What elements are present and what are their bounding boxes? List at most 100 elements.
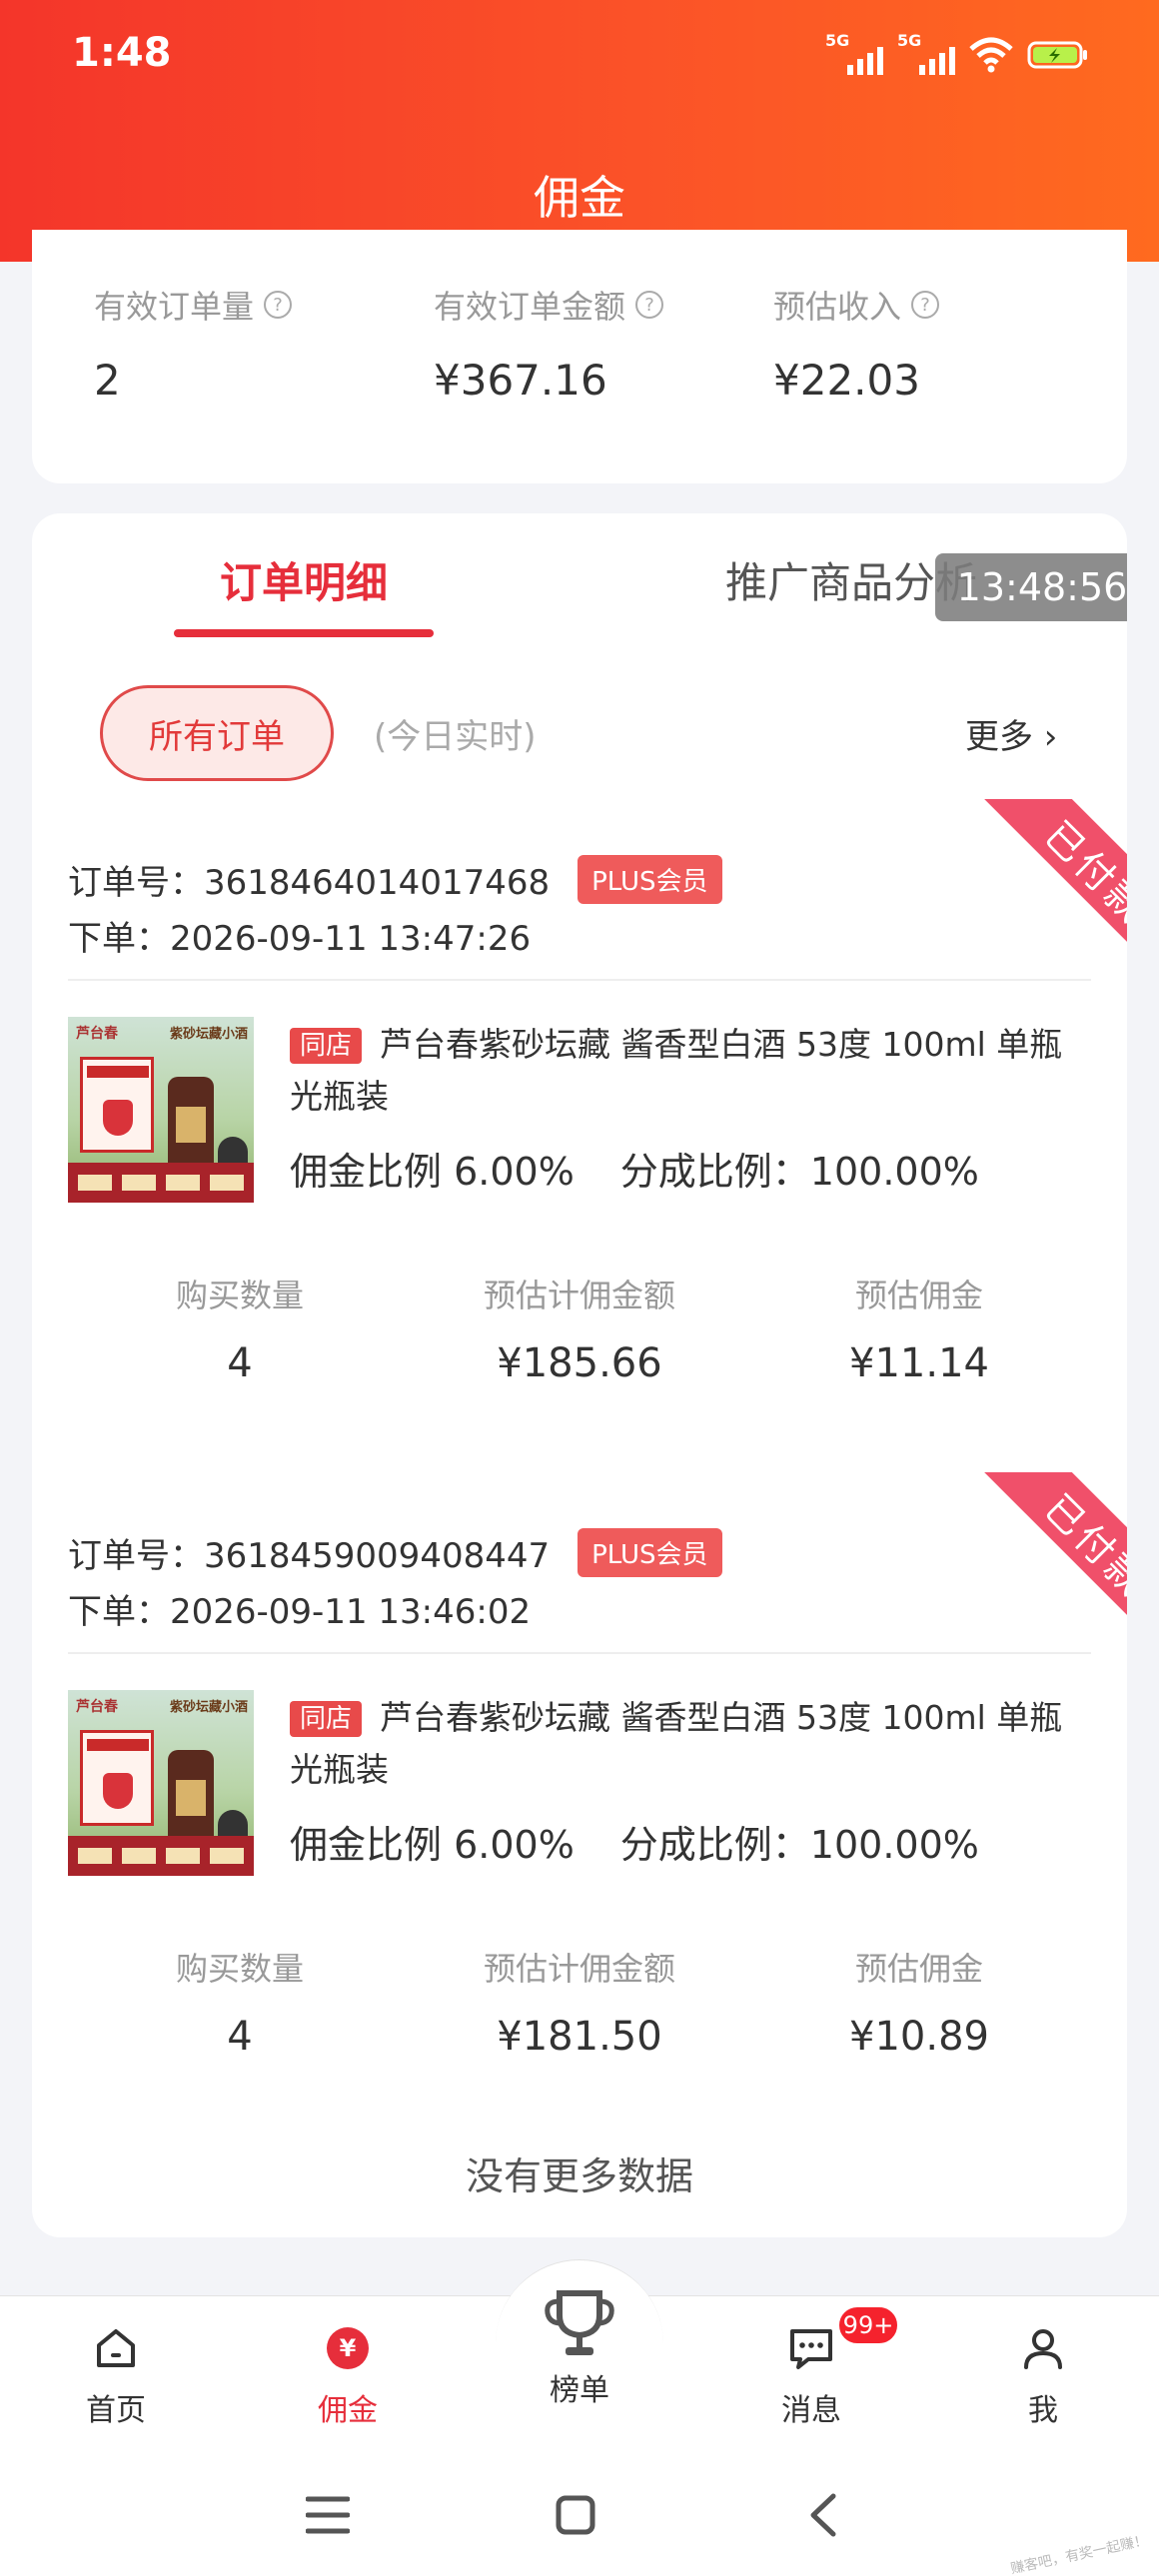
svg-text:¥: ¥ [340,2334,357,2362]
help-icon[interactable]: ? [911,291,940,319]
cellular-signal-icon: 5G [825,31,883,77]
commission-rate: 佣金比例 6.00% [290,1150,575,1194]
metric-label: 购买数量 [175,1277,304,1314]
summary-card: 有效订单量? 2 有效订单金额? ¥367.16 预估收入? ¥22.03 [32,230,1127,483]
product-image-brand: 芦台春 [76,1699,118,1715]
time-overlay: 13:48:56 [935,553,1127,621]
metric-value: ¥11.14 [849,1340,989,1386]
product-image-headline: 紫砂坛藏小酒 [169,1700,248,1715]
plus-member-badge: PLUS会员 [578,1528,722,1577]
metric-value: ¥181.50 [497,2014,662,2060]
tab-leaderboard[interactable]: 榜单 [520,2283,639,2409]
message-icon [786,2323,836,2373]
paid-status-label: 已付款 [971,1472,1127,1662]
tab-label: 榜单 [550,2373,609,2408]
active-tab-indicator [174,629,434,637]
status-ribbon: 已付款 [937,1472,1127,1662]
order-time: 下单：2026-09-11 13:46:02 [68,1592,532,1632]
order-item[interactable]: 已付款 订单号：3618464014017468 PLUS会员 下单：2026-… [32,799,1127,1418]
order-number: 订单号：3618459009408447 PLUS会员 [68,1528,722,1577]
tab-label: 首页 [86,2393,146,2428]
share-rate: 分成比例：100.00% [619,1150,979,1194]
tab-commission[interactable]: ¥ 佣金 [288,2323,408,2429]
metric-label: 预估计佣金额 [483,1277,675,1314]
tab-label: 佣金 [318,2393,378,2428]
paid-status-label: 已付款 [971,799,1127,989]
stat-label: 预估收入 [773,288,902,326]
tab-order-details[interactable]: 订单明细 [220,549,388,610]
stat-label: 有效订单量 [94,288,255,326]
commission-rate: 佣金比例 6.00% [290,1823,575,1867]
valid-order-count: 有效订单量? 2 [94,282,293,405]
rate-line: 佣金比例 6.00% 分成比例：100.00% [290,1141,979,1196]
metric-label: 预估佣金 [854,1277,983,1314]
wifi-icon [969,37,1013,73]
app-header: 1:48 5G 5G 佣金 [0,0,1159,262]
metric-estimated-commission: 预估佣金 ¥10.89 [769,1944,1069,2060]
menu-icon[interactable] [306,2495,350,2535]
page-title: 佣金 [534,171,625,225]
no-more-data: 没有更多数据 [465,2154,693,2198]
divider [68,1652,1091,1654]
battery-charging-icon [1027,41,1087,69]
valid-order-amount: 有效订单金额? ¥367.16 [434,282,664,405]
status-icons: 5G 5G [825,30,1089,80]
product-image[interactable]: 芦台春 紫砂坛藏小酒 [68,1690,254,1876]
metric-value: ¥10.89 [849,2014,989,2060]
unread-badge: 99+ [837,2305,899,2345]
order-number: 订单号：3618464014017468 PLUS会员 [68,855,722,904]
orders-card: 订单明细 推广商品分析 13:48:56 所有订单 (今日实时) 更多 › 已付… [32,513,1127,2237]
plus-member-badge: PLUS会员 [578,855,722,904]
yen-icon: ¥ [323,2323,373,2373]
product-image-brand: 芦台春 [76,1026,118,1042]
status-time: 1:48 [72,30,172,76]
metric-label: 预估佣金 [854,1950,983,1988]
help-icon[interactable]: ? [264,291,293,319]
status-ribbon: 已付款 [937,799,1127,989]
rate-line: 佣金比例 6.00% 分成比例：100.00% [290,1814,979,1869]
home-icon [91,2323,141,2373]
order-time: 下单：2026-09-11 13:47:26 [68,919,532,959]
estimated-income: 预估收入? ¥22.03 [773,282,940,405]
product-name: 芦台春紫砂坛藏 酱香型白酒 53度 100ml 单瓶光瓶装 [290,1698,1063,1789]
metric-commissionable-amount: 预估计佣金额 ¥185.66 [430,1271,729,1386]
home-nav-icon[interactable] [556,2495,595,2535]
user-icon [1018,2323,1068,2373]
order-number-text: 订单号：3618464014017468 [68,863,551,903]
system-nav-bar: 赚客吧，有奖一起赚！ [0,2455,1159,2576]
network-type: 5G [825,31,850,50]
stat-value: ¥367.16 [434,356,607,405]
divider [68,979,1091,981]
metric-label: 购买数量 [175,1950,304,1988]
metric-commissionable-amount: 预估计佣金额 ¥181.50 [430,1944,729,2060]
trophy-icon [540,2283,619,2363]
back-icon[interactable] [807,2493,837,2537]
metric-value: 4 [227,1340,253,1386]
stat-label: 有效订单金额 [434,288,626,326]
tab-home[interactable]: 首页 [56,2323,176,2429]
metric-value: 4 [227,2014,253,2060]
product-title[interactable]: 同店 芦台春紫砂坛藏 酱香型白酒 53度 100ml 单瓶光瓶装 [290,1019,1089,1123]
product-image-headline: 紫砂坛藏小酒 [169,1027,248,1042]
product-title[interactable]: 同店 芦台春紫砂坛藏 酱香型白酒 53度 100ml 单瓶光瓶装 [290,1692,1089,1796]
product-image[interactable]: 芦台春 紫砂坛藏小酒 [68,1017,254,1203]
watermark: 赚客吧，有奖一起赚！ [1009,2532,1150,2576]
tab-label: 消息 [781,2393,841,2428]
order-item[interactable]: 已付款 订单号：3618459009408447 PLUS会员 下单：2026-… [32,1472,1127,2092]
stat-value: 2 [94,356,121,405]
all-orders-filter[interactable]: 所有订单 [100,685,334,781]
same-store-tag: 同店 [290,1028,363,1064]
same-store-tag: 同店 [290,1701,363,1737]
network-type-2: 5G [897,31,922,50]
realtime-note: (今日实时) [374,717,537,757]
metric-quantity: 购买数量 4 [90,1944,390,2060]
tab-label: 我 [1028,2393,1058,2428]
metric-quantity: 购买数量 4 [90,1271,390,1386]
tab-me[interactable]: 我 [983,2323,1103,2429]
share-rate: 分成比例：100.00% [619,1823,979,1867]
more-button[interactable]: 更多 › [965,709,1057,758]
help-icon[interactable]: ? [635,291,664,319]
cellular-signal-icon-2: 5G [897,31,955,77]
stat-value: ¥22.03 [773,356,920,405]
metric-value: ¥185.66 [497,1340,662,1386]
